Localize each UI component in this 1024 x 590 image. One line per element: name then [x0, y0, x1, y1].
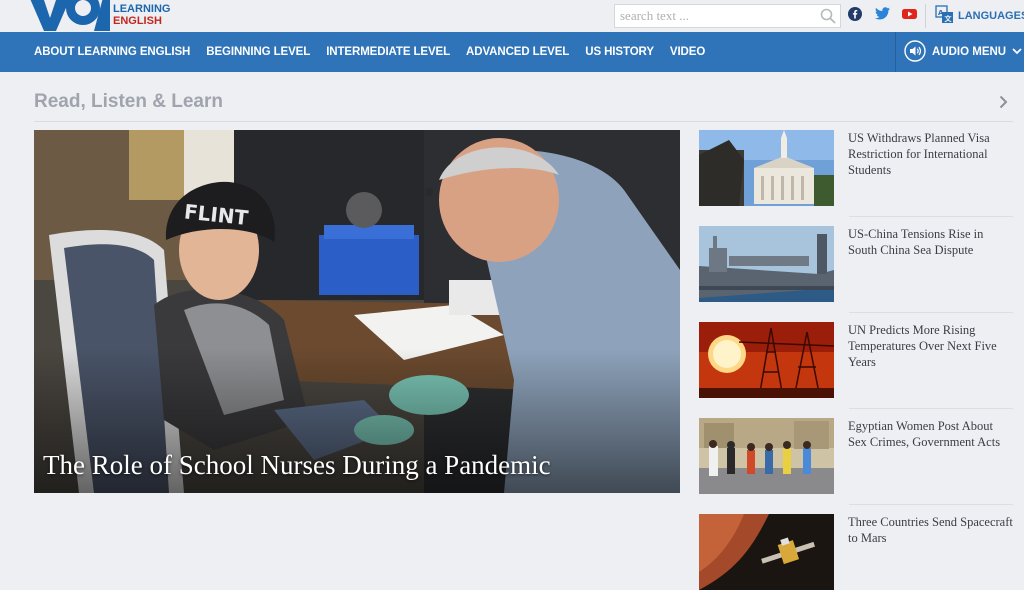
search-icon[interactable]	[820, 8, 836, 29]
main-nav: ABOUT LEARNING ENGLISH BEGINNING LEVEL I…	[0, 32, 1024, 72]
speaker-icon	[904, 39, 926, 65]
audio-menu-label: AUDIO MENU	[932, 46, 1007, 58]
hero-story[interactable]: FLINT The Role of School Nurses During a…	[34, 130, 680, 493]
section-divider	[34, 121, 1013, 122]
search-box	[614, 4, 841, 28]
story-title[interactable]: Three Countries Send Spacecraft to Mars	[848, 514, 1013, 546]
brand-line-1: LEARNING	[113, 3, 171, 15]
story-thumbnail[interactable]	[699, 322, 834, 398]
facebook-icon[interactable]	[848, 7, 862, 26]
hero-title[interactable]: The Role of School Nurses During a Pande…	[43, 450, 551, 481]
nav-items: ABOUT LEARNING ENGLISH BEGINNING LEVEL I…	[34, 32, 721, 72]
chevron-down-icon	[1012, 46, 1022, 58]
nav-beginning-level[interactable]: BEGINNING LEVEL	[206, 46, 310, 58]
languages-label: LANGUAGES	[958, 10, 1024, 22]
story-title[interactable]: US Withdraws Planned Visa Restriction fo…	[848, 130, 1013, 178]
section-title[interactable]: Read, Listen & Learn	[34, 91, 223, 113]
hero-image: FLINT	[34, 130, 680, 493]
top-bar: LEARNING ENGLISH search text ... A 文 LAN…	[0, 0, 1024, 32]
story-title[interactable]: Egyptian Women Post About Sex Crimes, Go…	[848, 418, 1013, 450]
story-thumbnail[interactable]	[699, 226, 834, 302]
story-title[interactable]: US-China Tensions Rise in South China Se…	[848, 226, 1013, 258]
story-thumbnail[interactable]	[699, 514, 834, 590]
twitter-icon[interactable]	[875, 7, 890, 25]
nav-us-history[interactable]: US HISTORY	[585, 46, 654, 58]
svg-text:A: A	[938, 9, 944, 17]
story-divider	[849, 312, 1013, 313]
story-divider	[849, 216, 1013, 217]
story-item[interactable]: Egyptian Women Post About Sex Crimes, Go…	[699, 418, 1013, 494]
youtube-icon[interactable]	[902, 7, 917, 25]
svg-text:文: 文	[945, 14, 953, 23]
header-divider	[925, 4, 926, 28]
voa-logo[interactable]	[28, 0, 110, 31]
story-item[interactable]: UN Predicts More Rising Temperatures Ove…	[699, 322, 1013, 398]
brand-text: LEARNING ENGLISH	[113, 3, 170, 27]
brand-line-2: ENGLISH	[113, 15, 162, 27]
story-item[interactable]: Three Countries Send Spacecraft to Mars	[699, 514, 1013, 590]
story-item[interactable]: US-China Tensions Rise in South China Se…	[699, 226, 1013, 302]
nav-advanced-level[interactable]: ADVANCED LEVEL	[466, 46, 569, 58]
story-item[interactable]: US Withdraws Planned Visa Restriction fo…	[699, 130, 1013, 206]
nav-intermediate-level[interactable]: INTERMEDIATE LEVEL	[326, 46, 450, 58]
story-divider	[849, 408, 1013, 409]
story-divider	[849, 504, 1013, 505]
audio-menu-button[interactable]: AUDIO MENU	[895, 32, 1024, 72]
nav-video[interactable]: VIDEO	[670, 46, 705, 58]
search-input[interactable]	[615, 5, 810, 27]
languages-button[interactable]: A 文 LANGUAGES	[935, 5, 1024, 27]
story-thumbnail[interactable]	[699, 130, 834, 206]
story-title[interactable]: UN Predicts More Rising Temperatures Ove…	[848, 322, 1013, 370]
languages-icon: A 文	[935, 5, 954, 27]
story-thumbnail[interactable]	[699, 418, 834, 494]
nav-about-learning-english[interactable]: ABOUT LEARNING ENGLISH	[34, 46, 190, 58]
chevron-right-icon[interactable]	[999, 95, 1008, 114]
